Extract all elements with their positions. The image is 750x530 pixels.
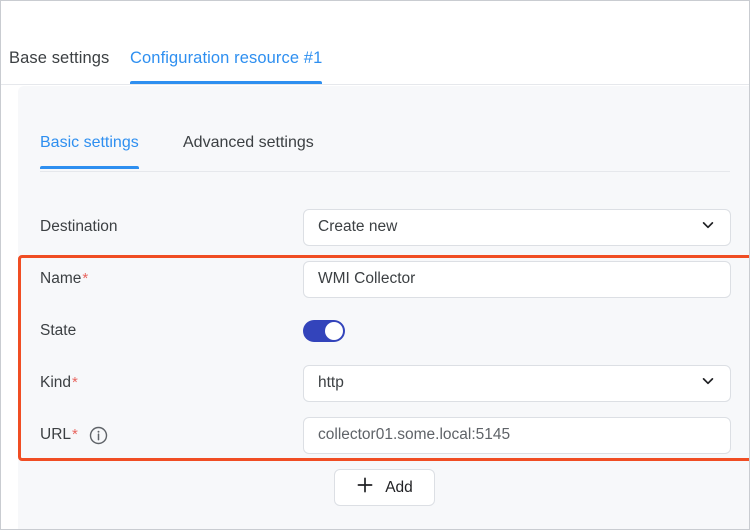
name-label: Name *	[40, 270, 88, 288]
chevron-down-icon	[700, 217, 716, 238]
add-button-label: Add	[385, 478, 413, 496]
form-row-kind: Kind * http	[18, 357, 749, 409]
state-label: State	[40, 322, 76, 340]
tab-advanced-settings-label: Advanced settings	[183, 134, 314, 151]
kind-label-text: Kind	[40, 374, 72, 391]
url-label-text: URL	[40, 426, 72, 443]
name-label-text: Name	[40, 270, 82, 287]
tab-basic-settings-label: Basic settings	[40, 134, 139, 151]
tab-basic-settings[interactable]: Basic settings	[40, 133, 139, 169]
kind-control: http	[303, 364, 731, 402]
kind-label: Kind *	[40, 374, 78, 392]
tab-advanced-settings[interactable]: Advanced settings	[183, 133, 314, 168]
kind-select-value: http	[318, 374, 344, 391]
url-input[interactable]: collector01.some.local:5145	[303, 416, 731, 454]
kind-required-marker: *	[72, 373, 78, 391]
name-input[interactable]: WMI Collector	[303, 260, 731, 298]
chevron-down-icon	[700, 373, 716, 394]
app-window: Base settings Configuration resource #1 …	[0, 0, 750, 530]
url-control: collector01.some.local:5145	[303, 416, 731, 454]
name-required-marker: *	[82, 269, 89, 287]
settings-form: Destination Create new Name * WMI Collec…	[18, 201, 749, 461]
tab-base-settings-label: Base settings	[9, 49, 110, 67]
destination-control: Create new	[303, 208, 731, 246]
configuration-panel: Basic settings Advanced settings Destina…	[18, 86, 749, 529]
kind-select[interactable]: http	[303, 364, 731, 402]
destination-label: Destination	[40, 218, 118, 236]
name-input-value: WMI Collector	[318, 270, 416, 287]
state-control	[303, 320, 731, 342]
tab-configuration-resource-1[interactable]: Configuration resource #1	[130, 48, 323, 84]
state-toggle[interactable]	[303, 320, 345, 342]
url-input-value: collector01.some.local:5145	[318, 426, 511, 443]
name-control: WMI Collector	[303, 260, 731, 298]
add-button[interactable]: Add	[334, 469, 435, 506]
url-label: URL *	[40, 426, 108, 445]
plus-icon	[356, 476, 374, 499]
state-toggle-knob	[325, 322, 343, 340]
destination-select-value: Create new	[318, 218, 398, 235]
info-circle-icon[interactable]	[89, 426, 108, 445]
tab-base-settings[interactable]: Base settings	[9, 48, 109, 84]
form-row-url: URL * collector01.some.local:5145	[18, 409, 749, 461]
form-row-destination: Destination Create new	[18, 201, 749, 253]
form-row-name: Name * WMI Collector	[18, 253, 749, 305]
destination-select[interactable]: Create new	[303, 208, 731, 246]
destination-label-text: Destination	[40, 218, 118, 235]
tab-configuration-resource-1-label: Configuration resource #1	[130, 49, 323, 67]
form-row-state: State	[18, 305, 749, 357]
add-button-row: Add	[18, 469, 749, 506]
url-required-marker: *	[72, 425, 78, 443]
primary-tab-bar: Base settings Configuration resource #1	[1, 1, 749, 85]
secondary-tab-bar: Basic settings Advanced settings	[40, 133, 730, 172]
state-label-text: State	[40, 322, 77, 339]
